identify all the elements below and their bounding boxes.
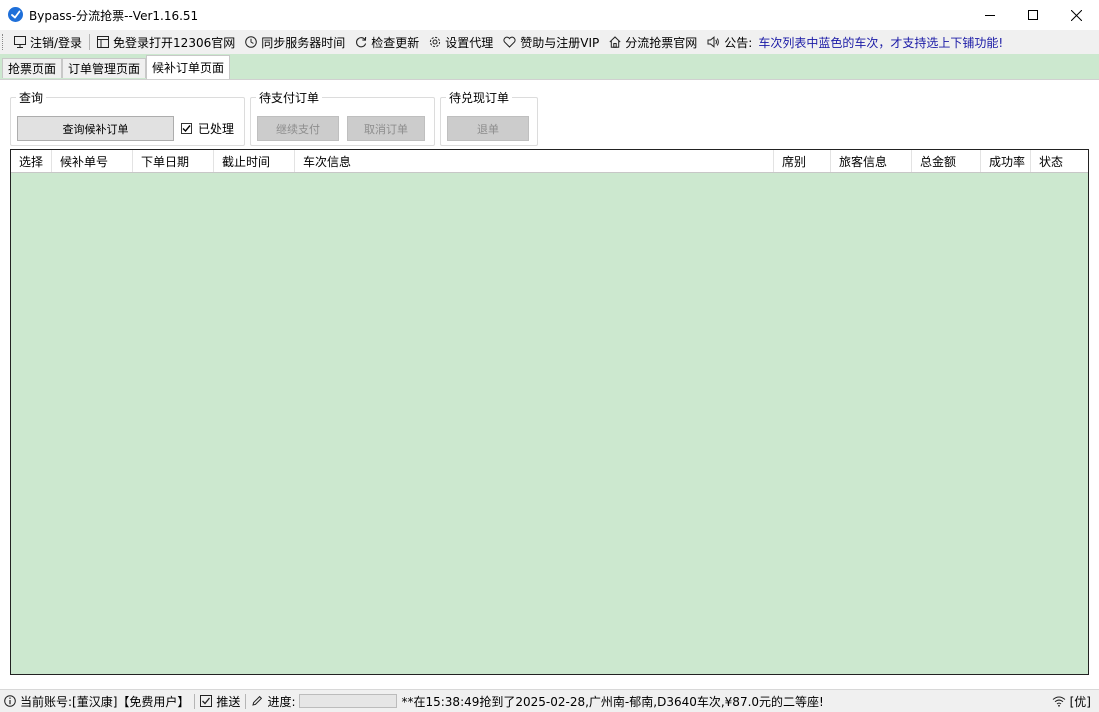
column-header-success-rate[interactable]: 成功率 [981,150,1031,172]
column-header-train-info[interactable]: 车次信息 [295,150,774,172]
connection-status: [优] [1052,692,1091,710]
pending-redeem-legend: 待兑现订单 [449,91,510,105]
checkbox-checked-icon [200,695,213,707]
gear-icon [430,36,441,48]
monitor-icon [14,36,26,48]
toolbar-separator [89,34,91,50]
progress-area: 进度: [247,691,401,711]
minimize-button[interactable] [967,0,1013,30]
title-bar: Bypass-分流抢票--Ver1.16.51 [0,0,1099,30]
close-icon [1070,9,1082,21]
column-header-seat-class[interactable]: 席别 [774,150,831,172]
query-group: 查询 查询候补订单 已处理 [10,89,245,146]
maximize-icon [1028,10,1038,20]
pending-redeem-group: 待兑现订单 退单 [440,89,538,146]
notice-area: 公告: 车次列表中蓝色的车次，才支持选上下铺功能! [702,31,1008,53]
column-header-passenger-info[interactable]: 旅客信息 [831,150,912,172]
home-icon [609,36,621,48]
browser-window-icon [97,36,110,48]
status-separator [194,693,196,709]
push-toggle[interactable]: 推送 [196,691,244,711]
column-header-status[interactable]: 状态 [1031,150,1088,172]
open-12306-label: 免登录打开12306官网 [113,35,236,50]
app-logo-icon [8,7,23,22]
check-update-label: 检查更新 [371,35,420,50]
heart-icon [503,36,516,48]
toolbar-grip[interactable] [2,34,6,50]
tab-waitlist-orders[interactable]: 候补订单页面 [146,55,230,79]
tab-grab-tickets[interactable]: 抢票页面 [2,58,62,78]
sync-time-button[interactable]: 同步服务器时间 [240,31,350,53]
column-header-select[interactable]: 选择 [11,150,52,172]
info-icon [4,695,16,707]
notice-text: 车次列表中蓝色的车次，才支持选上下铺功能! [758,35,1004,50]
table-header: 选择 候补单号 下单日期 截止时间 车次信息 席别 旅客信息 总金额 成功率 状… [11,150,1088,173]
cancel-order-button[interactable]: 取消订单 [347,116,425,141]
column-header-deadline[interactable]: 截止时间 [214,150,295,172]
set-proxy-label: 设置代理 [445,35,494,50]
processed-label: 已处理 [198,122,235,136]
sponsor-vip-button[interactable]: 赞助与注册VIP [498,31,604,53]
maximize-button[interactable] [1010,0,1056,30]
progress-bar [299,694,398,708]
push-label: 推送 [216,694,241,709]
refresh-icon [356,36,367,48]
tab-strip: 抢票页面 订单管理页面 候补订单页面 [0,54,1099,79]
query-group-legend: 查询 [19,91,44,105]
logout-login-button[interactable]: 注销/登录 [9,31,87,53]
processed-checkbox[interactable] [181,123,192,134]
speaker-icon [707,36,720,48]
official-site-label: 分流抢票官网 [625,35,698,50]
account-info: 当前账号:[董汉康]【免费用户】 [0,691,193,711]
tab-grab-tickets-label: 抢票页面 [7,62,56,76]
sponsor-vip-label: 赞助与注册VIP [520,35,600,50]
logout-login-label: 注销/登录 [30,35,83,50]
column-header-waitlist-number[interactable]: 候补单号 [52,150,133,172]
official-site-button[interactable]: 分流抢票官网 [604,31,702,53]
query-waitlist-button[interactable]: 查询候补订单 [17,116,174,141]
continue-pay-button[interactable]: 继续支付 [257,116,339,141]
clock-icon [245,36,258,48]
minimize-icon [985,15,995,16]
close-button[interactable] [1053,0,1099,30]
status-message: **在15:38:49抢到了2025-02-28,广州南-郁南,D3640车次,… [401,694,824,709]
open-12306-button[interactable]: 免登录打开12306官网 [92,31,240,53]
check-update-button[interactable]: 检查更新 [350,31,424,53]
notice-label: 公告: [724,35,753,50]
progress-label: 进度: [267,694,296,709]
toolbar: 注销/登录 免登录打开12306官网 同步服务器时间 检查更新 设置代理 赞助与… [0,30,1099,54]
wifi-icon [1052,696,1065,707]
column-header-total-amount[interactable]: 总金额 [912,150,981,172]
connection-label: [优] [1069,694,1091,709]
column-header-order-date[interactable]: 下单日期 [133,150,214,172]
pending-payment-group: 待支付订单 继续支付 取消订单 [250,89,435,146]
window-title: Bypass-分流抢票--Ver1.16.51 [29,9,199,23]
checkmark-icon [182,125,191,133]
waitlist-order-table[interactable]: 选择 候补单号 下单日期 截止时间 车次信息 席别 旅客信息 总金额 成功率 状… [10,149,1089,675]
status-bar: 当前账号:[董汉康]【免费用户】 推送 进度: **在15:38:49抢到了20… [0,689,1099,712]
pending-payment-legend: 待支付订单 [259,91,320,105]
tab-order-management-label: 订单管理页面 [67,62,140,76]
pencil-icon [252,695,263,706]
sync-time-label: 同步服务器时间 [261,35,346,50]
refund-button[interactable]: 退单 [447,116,529,141]
tab-order-management[interactable]: 订单管理页面 [62,58,146,78]
status-separator [245,693,247,709]
account-text: 当前账号:[董汉康]【免费用户】 [20,694,190,709]
tab-waitlist-orders-label: 候补订单页面 [151,61,224,75]
set-proxy-button[interactable]: 设置代理 [424,31,498,53]
